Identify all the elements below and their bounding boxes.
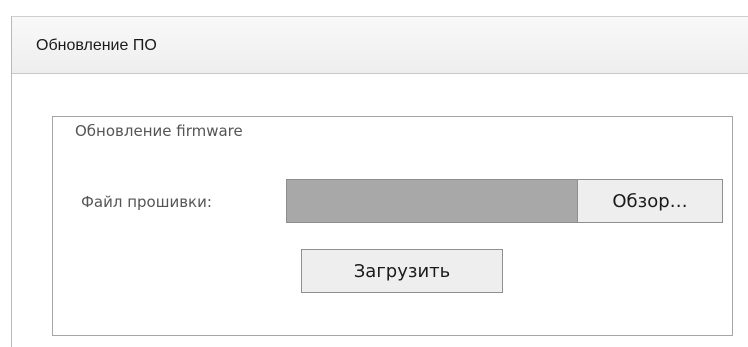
- firmware-file-input[interactable]: [286, 179, 578, 223]
- firmware-fieldset-legend: Обновление firmware: [70, 122, 248, 140]
- browse-button[interactable]: Обзор…: [577, 179, 723, 223]
- firmware-fieldset: [52, 116, 733, 336]
- firmware-file-label: Файл прошивки:: [81, 193, 212, 211]
- page: Обновление ПО Обновление firmware Файл п…: [0, 0, 748, 347]
- panel-title: Обновление ПО: [36, 37, 157, 54]
- panel-header: Обновление ПО: [12, 17, 748, 74]
- upload-button[interactable]: Загрузить: [301, 249, 503, 293]
